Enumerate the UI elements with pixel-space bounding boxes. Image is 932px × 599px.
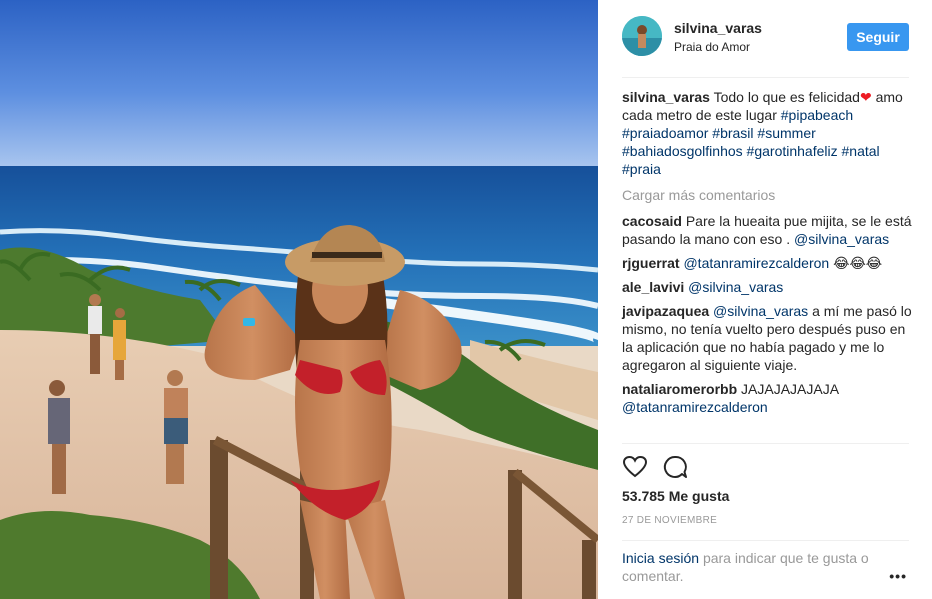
comments-section: silvina_varas Todo lo que es felicidad❤ … — [622, 88, 912, 422]
hashtag[interactable]: #praiadoamor — [622, 125, 708, 141]
avatar-image — [622, 16, 662, 56]
hashtag[interactable]: #natal — [842, 143, 880, 159]
hashtag[interactable]: #brasil — [712, 125, 753, 141]
more-options-icon[interactable]: ••• — [889, 567, 907, 585]
comment: javipazaquea @silvina_varas a mí me pasó… — [622, 302, 912, 374]
comment-mention[interactable]: @silvina_varas — [688, 279, 783, 295]
load-more-comments-link[interactable]: Cargar más comentarios — [622, 186, 912, 204]
comment: nataliaromerorbb JAJAJAJAJAJA @tatanrami… — [622, 380, 912, 416]
comment: rjguerrat @tatanramirezcalderon 😂😂😂 — [622, 254, 912, 272]
login-prompt: Inicia sesión para indicar que te gusta … — [622, 540, 909, 585]
comment-username[interactable]: rjguerrat — [622, 255, 680, 271]
comment-mention[interactable]: @tatanramirezcalderon — [622, 399, 768, 415]
hashtag[interactable]: #summer — [757, 125, 815, 141]
post-username[interactable]: silvina_varas — [674, 20, 762, 36]
hashtag[interactable]: #pipabeach — [781, 107, 853, 123]
caption: silvina_varas Todo lo que es felicidad❤ … — [622, 88, 912, 178]
comment: cacosaid Pare la hueaita pue mijita, se … — [622, 212, 912, 248]
heart-icon[interactable] — [622, 454, 648, 480]
comment: ale_lavivi @silvina_varas — [622, 278, 912, 296]
comment-username[interactable]: javipazaquea — [622, 303, 709, 319]
comment-username[interactable]: nataliaromerorbb — [622, 381, 737, 397]
comment-username[interactable]: ale_lavivi — [622, 279, 684, 295]
post-actions: 53.785 Me gusta 27 DE NOVIEMBRE — [622, 443, 909, 549]
heart-emoji: ❤ — [859, 89, 872, 105]
comment-mention[interactable]: @silvina_varas — [713, 303, 808, 319]
caption-text: Todo lo que es felicidad — [713, 89, 860, 105]
comment-mention[interactable]: @silvina_varas — [794, 231, 889, 247]
hashtag[interactable]: #praia — [622, 161, 661, 177]
comment-text: 😂😂😂 — [833, 255, 883, 271]
hashtag[interactable]: #garotinhafeliz — [747, 143, 838, 159]
post-date[interactable]: 27 DE NOVIEMBRE — [622, 515, 717, 526]
avatar[interactable] — [622, 16, 662, 56]
post-header: silvina_varas Praia do Amor Seguir — [622, 16, 909, 78]
caption-username[interactable]: silvina_varas — [622, 89, 710, 105]
post-photo[interactable] — [0, 0, 598, 599]
post-sidebar: silvina_varas Praia do Amor Seguir silvi… — [598, 0, 932, 599]
post-location[interactable]: Praia do Amor — [674, 40, 750, 54]
comment-mention[interactable]: @tatanramirezcalderon — [683, 255, 829, 271]
login-link[interactable]: Inicia sesión — [622, 550, 699, 566]
comment-icon[interactable] — [662, 454, 688, 480]
comment-text: JAJAJAJAJAJA — [741, 381, 839, 397]
comment-username[interactable]: cacosaid — [622, 213, 682, 229]
follow-button[interactable]: Seguir — [847, 23, 909, 51]
hashtag[interactable]: #bahiadosgolfinhos — [622, 143, 743, 159]
like-count[interactable]: 53.785 Me gusta — [622, 488, 729, 504]
beach-photo-illustration — [0, 0, 598, 599]
